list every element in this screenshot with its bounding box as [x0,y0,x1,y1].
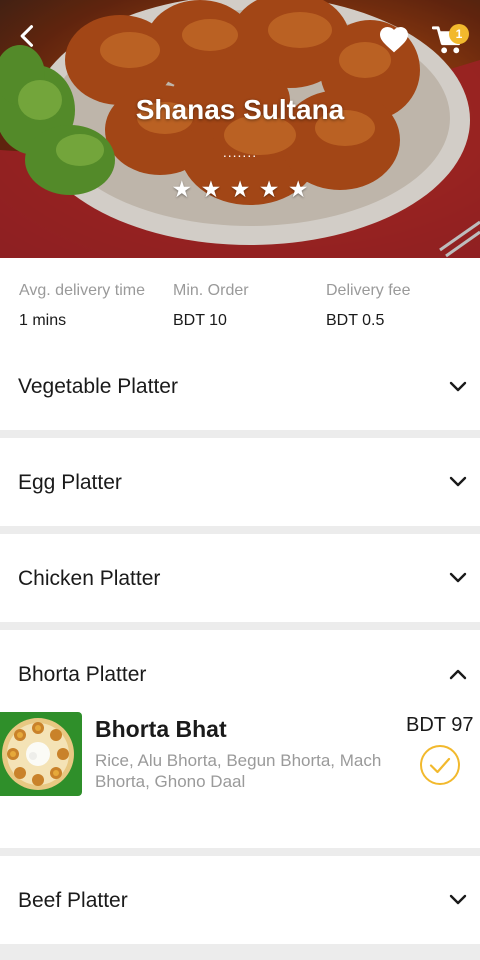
min-order: Min. Order BDT 10 [173,282,249,330]
category-title: Egg Platter [18,471,122,494]
check-circle-icon[interactable] [419,744,461,786]
chevron-down-icon[interactable] [446,469,470,493]
avg-delivery-time: Avg. delivery time 1 mins [19,282,145,330]
category-chicken-platter[interactable]: Chicken Platter [0,534,480,622]
bhorta-bhat-image [0,712,82,796]
category-beef-platter[interactable]: Beef Platter [0,856,480,944]
category-bhorta-platter: Bhorta Platter Bhorta Bhat Rice, Alu Bho… [0,630,480,848]
chevron-up-icon[interactable] [446,663,470,687]
star-icon: ★ [287,176,309,202]
category-egg-platter[interactable]: Egg Platter [0,438,480,526]
item-price: BDT 97 [406,714,474,736]
delivery-info: Avg. delivery time 1 mins Min. Order BDT… [0,258,480,340]
star-icon: ★ [171,176,193,202]
info-label: Avg. delivery time [19,282,145,299]
item-name: Bhorta Bhat [95,716,227,742]
delivery-fee: Delivery fee BDT 0.5 [326,282,410,330]
category-title: Chicken Platter [18,567,161,590]
restaurant-hero: 1 Shanas Sultana ....... ★ ★ ★ ★ ★ [0,0,480,258]
category-vegetable-platter[interactable]: Vegetable Platter [0,340,480,430]
subtitle-dots: ....... [222,144,258,160]
chevron-down-icon[interactable] [446,565,470,589]
item-description: Rice, Alu Bhorta, Begun Bhorta, Mach Bho… [95,751,382,791]
star-icon: ★ [258,176,280,202]
back-arrow-icon[interactable] [14,22,42,50]
chevron-down-icon[interactable] [446,887,470,911]
star-icon: ★ [200,176,222,202]
chevron-down-icon[interactable] [446,374,470,398]
restaurant-name: Shanas Sultana [135,94,345,125]
star-icon: ★ [229,176,251,202]
info-value: BDT 0.5 [326,312,385,329]
info-value: 1 mins [19,312,67,329]
category-title: Beef Platter [18,889,128,912]
rating-stars: ★ ★ ★ ★ ★ [0,176,480,203]
info-label: Min. Order [173,282,249,299]
category-title: Vegetable Platter [18,375,178,398]
info-label: Delivery fee [326,282,411,299]
heart-icon[interactable] [378,24,410,54]
category-title[interactable]: Bhorta Platter [18,663,146,687]
info-value: BDT 10 [173,312,227,329]
cart-count-badge: 1 [449,24,469,44]
